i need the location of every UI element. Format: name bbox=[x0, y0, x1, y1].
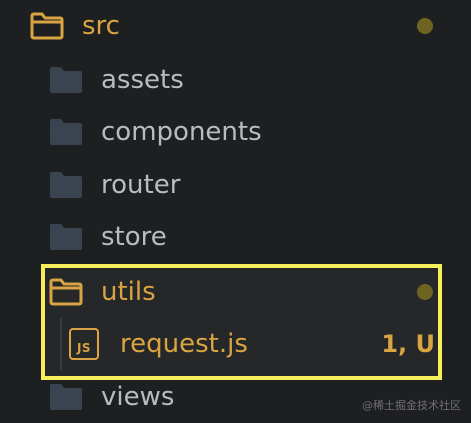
tree-item-label: assets bbox=[101, 65, 184, 95]
tree-item-label: components bbox=[101, 117, 262, 147]
folder-outline-icon bbox=[30, 12, 64, 40]
js-file-icon: JS bbox=[69, 328, 99, 360]
tree-item-utils[interactable]: utils bbox=[0, 266, 471, 318]
folder-icon bbox=[50, 224, 82, 250]
folder-icon bbox=[50, 172, 82, 198]
tree-item-label: store bbox=[101, 222, 167, 252]
js-icon-text: JS bbox=[76, 341, 92, 355]
tree-item-label: utils bbox=[101, 277, 156, 307]
folder-icon bbox=[50, 119, 82, 145]
folder-outline-icon bbox=[49, 278, 83, 306]
tree-item-router[interactable]: router bbox=[0, 159, 471, 211]
modified-dot bbox=[417, 18, 433, 34]
git-status-badge: 1, U bbox=[381, 330, 435, 358]
tree-item-label: src bbox=[82, 11, 120, 41]
watermark: @稀土掘金技术社区 bbox=[362, 399, 461, 412]
tree-item-assets[interactable]: assets bbox=[0, 54, 471, 106]
tree-item-store[interactable]: store bbox=[0, 211, 471, 263]
modified-dot bbox=[417, 284, 433, 300]
tree-item-components[interactable]: components bbox=[0, 106, 471, 158]
tree-item-src[interactable]: src bbox=[0, 0, 471, 52]
folder-icon bbox=[50, 384, 82, 410]
tree-item-label: request.js bbox=[120, 329, 248, 359]
tree-item-request-js[interactable]: JS request.js 1, U bbox=[0, 318, 471, 370]
tree-item-label: views bbox=[101, 382, 175, 412]
file-explorer: src assets components router store views bbox=[0, 0, 471, 423]
folder-icon bbox=[50, 67, 82, 93]
tree-item-label: router bbox=[101, 170, 181, 200]
